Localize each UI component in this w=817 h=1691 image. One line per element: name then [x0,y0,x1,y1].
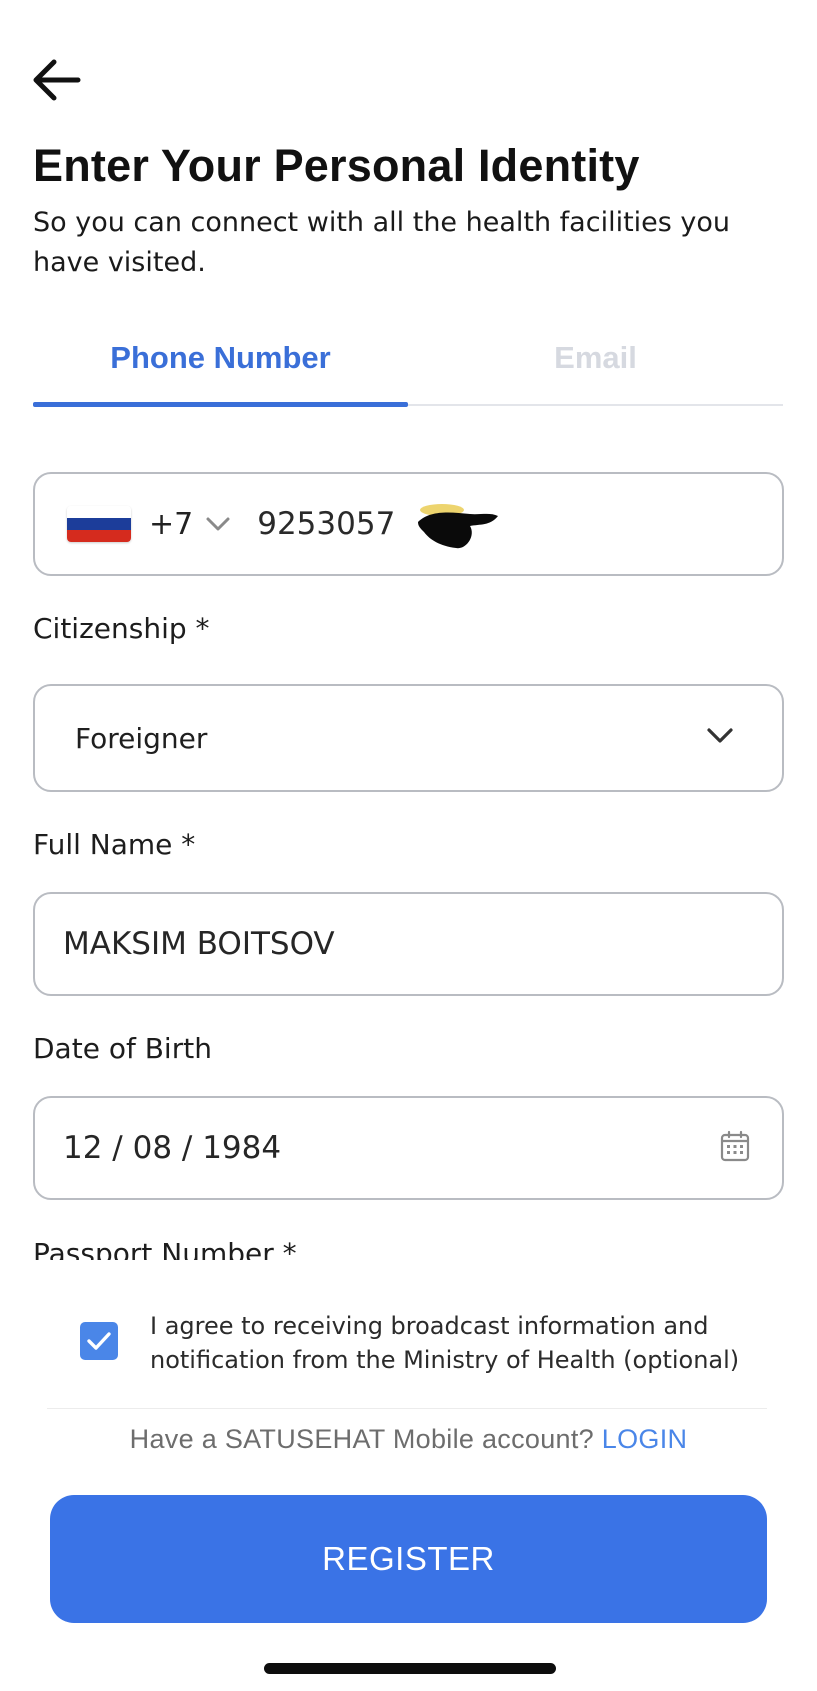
full-name-label: Full Name * [33,828,196,861]
redaction-scribble [418,504,498,549]
passport-label: Passport Number * [33,1238,297,1260]
login-link[interactable]: LOGIN [602,1424,688,1454]
identity-tabs: Phone Number Email [33,330,783,407]
tab-phone-number[interactable]: Phone Number [33,330,408,404]
login-prompt: Have a SATUSEHAT Mobile account? [129,1424,594,1454]
tab-email-label: Email [554,340,637,375]
dob-field[interactable]: 12 / 08 / 1984 [33,1096,784,1200]
register-button[interactable]: REGISTER [50,1495,767,1623]
active-tab-indicator [33,402,408,407]
citizenship-label: Citizenship * [33,612,210,645]
arrow-left-icon [33,59,81,101]
citizenship-select[interactable]: Foreigner [33,684,784,792]
citizenship-value: Foreigner [75,721,208,755]
calendar-icon[interactable] [720,1130,750,1166]
dob-label: Date of Birth [33,1032,212,1065]
page-title: Enter Your Personal Identity [33,140,640,191]
back-button[interactable] [30,55,86,105]
footer-divider [47,1408,767,1409]
chevron-down-icon [706,727,734,749]
home-indicator [264,1663,556,1674]
consent-text: I agree to receiving broadcast informati… [150,1312,740,1374]
consent-checkbox[interactable] [80,1322,118,1360]
page-subtitle: So you can connect with all the health f… [33,207,731,278]
country-code[interactable]: +7 [149,507,193,542]
tab-phone-number-label: Phone Number [110,340,331,375]
phone-field: +7 [33,472,784,576]
dob-value: 12 / 08 / 1984 [63,1130,282,1166]
tab-email[interactable]: Email [408,330,783,404]
chevron-down-icon[interactable] [205,514,233,534]
russia-flag-icon[interactable] [67,506,131,542]
login-prompt-line: Have a SATUSEHAT Mobile account? LOGIN [0,1424,817,1455]
full-name-field[interactable]: MAKSIM BOITSOV [33,892,784,996]
full-name-value: MAKSIM BOITSOV [63,926,335,962]
checkmark-icon [87,1332,111,1350]
